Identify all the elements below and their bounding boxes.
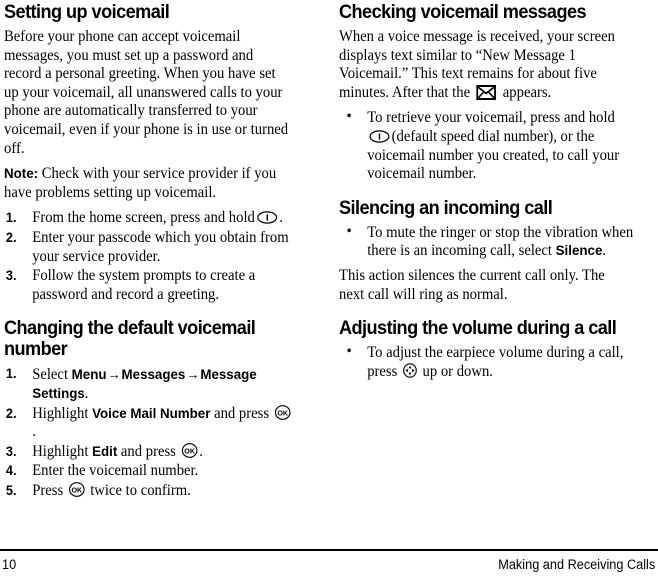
ok-key-icon: OK (181, 442, 198, 458)
list-item: • To adjust the earpiece volume during a … (339, 343, 633, 381)
envelope-icon (476, 84, 497, 100)
heading-adjusting-the-volume-during-a-call: Adjusting the volume during a call (339, 317, 617, 340)
step-text: Follow the system prompts to create a pa… (32, 267, 256, 303)
step-number: 4. (5, 463, 17, 479)
footer-running-title: Making and Receiving Calls (498, 557, 655, 572)
two-column-body: Setting up voicemail Before your phone c… (0, 0, 658, 528)
bullets-adjust-volume: • To adjust the earpiece volume during a … (339, 343, 652, 381)
svg-text:OK: OK (277, 408, 288, 417)
list-item: 4. Enter the voicemail number. (4, 462, 293, 481)
step-text-tail: . (32, 423, 36, 441)
step-text-tail: . (199, 442, 203, 460)
step-text-lead: Highlight (32, 404, 93, 422)
page-number: 10 (2, 557, 17, 572)
step-text-tail: . (84, 384, 89, 402)
messages-term: Messages (121, 367, 186, 384)
step-number: 2. (5, 229, 17, 245)
list-item: 1. From the home screen, press and hold . (4, 209, 293, 228)
ok-key-icon: OK (274, 404, 291, 420)
left-column: Setting up voicemail Before your phone c… (0, 0, 329, 528)
heading-changing-default-voicemail-number: Changing the default voicemail number (4, 317, 256, 361)
bullet-icon: • (346, 222, 352, 240)
edit-term: Edit (92, 443, 118, 460)
step-text-lead: Highlight (32, 442, 93, 460)
note-label: Note: (4, 166, 39, 183)
heading-silencing-an-incoming-call: Silencing an incoming call (339, 196, 553, 219)
paragraph-text-part2: appears. (499, 83, 552, 101)
list-item: 2. Enter your passcode which you obtain f… (4, 229, 293, 266)
silence-term: Silence (555, 243, 603, 260)
bullets-retrieve-voicemail: • To retrieve your voicemail, press and h… (339, 108, 652, 183)
list-item: 3. Highlight Edit and press OK . (4, 443, 293, 462)
right-column: Checking voicemail messages When a voice… (329, 0, 658, 528)
svg-text:OK: OK (71, 485, 82, 494)
bullet-icon: • (346, 343, 352, 361)
list-item: 2. Highlight Voice Mail Number and press … (4, 405, 293, 442)
key-1-icon (257, 211, 278, 225)
steps-setting-up-voicemail: 1. From the home screen, press and hold .… (4, 209, 311, 304)
note-text: Check with your service provider if you … (4, 165, 277, 201)
step-text-lead: Enter the voicemail number. (32, 462, 199, 480)
step-number: 1. (5, 366, 17, 382)
bullet-text-tail: (default speed dial number), or the voic… (367, 127, 620, 183)
step-number: 2. (5, 405, 17, 421)
navigation-key-icon (403, 362, 417, 378)
svg-text:OK: OK (184, 446, 195, 455)
step-text-lead: Press (32, 481, 67, 499)
bullets-silence-call: • To mute the ringer or stop the vibratio… (339, 222, 652, 261)
step-text: From the home screen, press and hold (32, 209, 255, 227)
list-item: • To mute the ringer or stop the vibratio… (339, 222, 634, 261)
step-text: Enter your passcode which you obtain fro… (32, 228, 289, 265)
key-1-icon (369, 130, 390, 143)
voice-mail-number-term: Voice Mail Number (92, 405, 211, 422)
step-text-tail: . (279, 209, 283, 227)
step-number: 3. (5, 443, 17, 459)
arrow-icon: → (107, 366, 121, 383)
step-number: 5. (5, 482, 17, 498)
step-text-mid: and press (210, 404, 273, 422)
paragraph-note: Note: Check with your service provider i… (4, 165, 293, 202)
menu-term: Menu (71, 367, 107, 384)
page-footer: 10 Making and Receiving Calls (0, 555, 658, 577)
list-item: • To retrieve your voicemail, press and h… (339, 108, 633, 183)
paragraph-silence-note: This action silences the current call on… (339, 266, 605, 303)
list-item: 1. Select Menu→Messages→Message Settings. (4, 365, 293, 403)
bullet-icon: • (346, 108, 352, 126)
step-text-tail: twice to confirm. (86, 481, 191, 499)
bullet-text: To retrieve your voicemail, press and ho… (367, 109, 615, 127)
manual-page: Setting up voicemail Before your phone c… (0, 0, 658, 577)
paragraph-voicemail-intro: Before your phone can accept voicemail m… (4, 28, 289, 157)
bullet-text-tail: up or down. (418, 362, 493, 380)
step-number: 3. (5, 268, 17, 284)
paragraph-checking-voicemail: When a voice message is received, your s… (339, 28, 633, 102)
arrow-icon: → (186, 366, 200, 383)
heading-setting-up-voicemail: Setting up voicemail (4, 1, 170, 23)
step-text-mid: and press (117, 442, 180, 460)
heading-checking-voicemail-messages: Checking voicemail messages (339, 1, 587, 23)
ok-key-icon: OK (68, 481, 85, 497)
list-item: 3. Follow the system prompts to create a … (4, 267, 293, 304)
step-text-lead: Select (32, 366, 72, 384)
footer-divider (0, 549, 658, 551)
step-number: 1. (5, 210, 17, 226)
steps-changing-voicemail-number: 1. Select Menu→Messages→Message Settings.… (4, 365, 311, 500)
list-item: 5. Press OK twice to confirm. (4, 482, 293, 501)
bullet-text-tail: . (602, 242, 607, 260)
